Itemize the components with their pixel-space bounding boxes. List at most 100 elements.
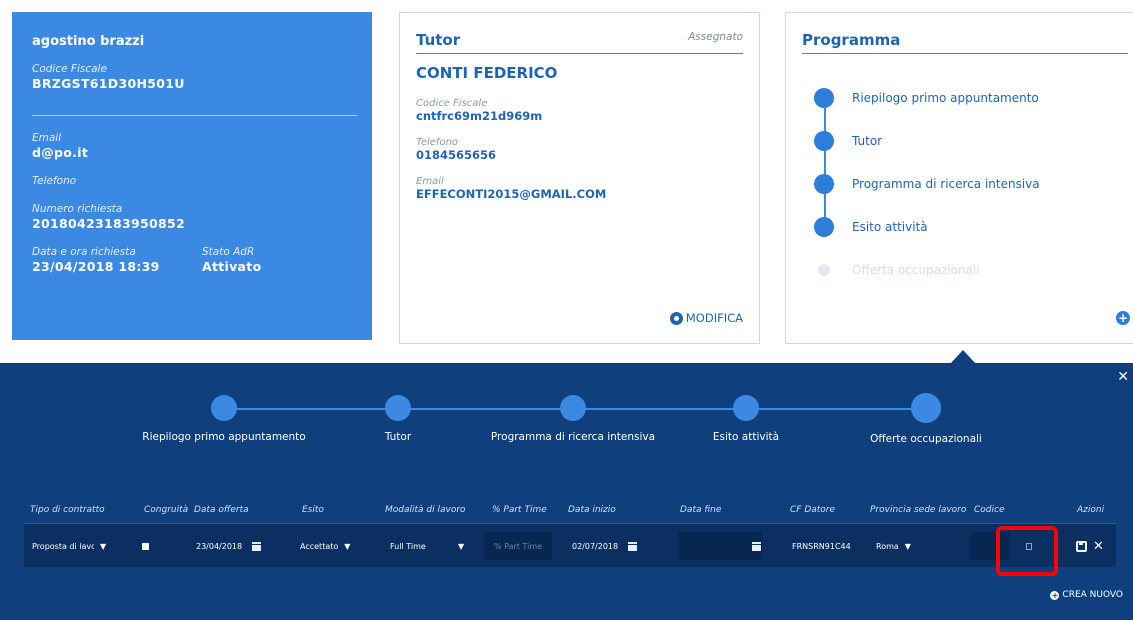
edit-tutor-button[interactable]: MODIFICA: [669, 311, 743, 325]
programma-item-label: Offerta occupazionali: [852, 262, 980, 277]
step-item[interactable]: Tutor: [298, 393, 498, 443]
table-row: Proposta di lavoro ▼ 23/04/2018 Accettat…: [24, 523, 1116, 567]
step-dot-icon: [733, 395, 759, 421]
tutor-cf-label: Codice Fiscale: [416, 98, 488, 109]
cf-value: BRZGST61D30H501U: [32, 76, 185, 91]
tipo-contratto-select[interactable]: Proposta di lavoro ▼: [32, 524, 106, 568]
esito-value: Accettato: [300, 541, 339, 551]
plus-icon: +: [1050, 590, 1060, 600]
save-icon[interactable]: [1076, 540, 1087, 552]
col-data-fine: Data fine: [680, 505, 722, 515]
tutor-name: CONTI FEDERICO: [416, 64, 558, 82]
step-item[interactable]: Offerte occupazionali: [826, 393, 1026, 445]
panel-pointer: [950, 350, 976, 364]
state-label: Stato AdR: [202, 246, 255, 258]
programma-item-label: Programma di ricerca intensiva: [852, 176, 1040, 191]
step-dot-icon: [814, 216, 834, 237]
programma-list: Riepilogo primo appuntamento Tutor Progr…: [802, 76, 1128, 291]
col-part-time: % Part Time: [492, 505, 547, 515]
col-data-offerta: Data offerta: [194, 505, 249, 515]
data-fine-calendar[interactable]: [752, 524, 761, 568]
tutor-email-label: Email: [416, 176, 444, 187]
programma-item-label: Esito attività: [852, 219, 928, 234]
step-dot-icon: [560, 395, 586, 421]
step-item[interactable]: Esito attività: [646, 393, 846, 443]
data-inizio-field[interactable]: 02/07/2018: [572, 524, 638, 568]
divider: [32, 115, 357, 116]
tutor-phone-value: 0184565656: [416, 148, 497, 162]
part-time-placeholder: % Part Time: [494, 524, 542, 568]
data-fine-input[interactable]: [678, 532, 762, 560]
data-offerta-field[interactable]: 23/04/2018: [196, 524, 262, 568]
request-number-value: 20180423183950852: [32, 216, 185, 231]
programma-item-label: Tutor: [852, 133, 883, 148]
step-dot-icon: [211, 395, 237, 421]
step-dot-icon: [814, 87, 834, 108]
crea-nuovo-button[interactable]: + CREA NUOVO: [1050, 590, 1123, 600]
step-dot-icon: [814, 130, 834, 151]
email-label: Email: [32, 132, 62, 144]
cf-label: Codice Fiscale: [32, 63, 107, 75]
programma-item[interactable]: Tutor: [802, 119, 1128, 162]
col-provincia: Provincia sede lavoro: [870, 505, 967, 515]
data-inizio-value: 02/07/2018: [572, 541, 619, 551]
page: agostino brazzi Codice Fiscale BRZGST61D…: [0, 0, 1133, 620]
col-azioni: Azioni: [1077, 505, 1105, 515]
tipo-contratto-value: Proposta di lavoro: [32, 541, 94, 551]
cf-datore-value: FRNSRN91C44: [792, 541, 851, 551]
programma-item[interactable]: Programma di ricerca intensiva: [802, 162, 1128, 205]
esito-select[interactable]: Accettato ▼: [300, 524, 350, 568]
calendar-icon[interactable]: [752, 541, 761, 551]
request-date-value: 23/04/2018 18:39: [32, 259, 160, 274]
stepper: Riepilogo primo appuntamento Tutor Progr…: [0, 393, 1133, 463]
close-icon[interactable]: ✕: [1117, 369, 1129, 385]
tutor-phone-label: Telefono: [416, 137, 459, 148]
delete-icon[interactable]: ✕: [1093, 539, 1104, 554]
checkbox-icon: [142, 542, 149, 550]
programma-item[interactable]: Esito attività: [802, 205, 1128, 248]
azioni: ✕: [1076, 524, 1104, 568]
congruita-checkbox[interactable]: [142, 524, 149, 568]
email-value: d@po.it: [32, 145, 89, 160]
programma-item-label: Riepilogo primo appuntamento: [852, 90, 1039, 105]
user-name: agostino brazzi: [32, 34, 145, 49]
step-item[interactable]: Programma di ricerca intensiva: [473, 393, 673, 443]
step-label: Programma di ricerca intensiva: [490, 431, 656, 443]
gear-icon: [669, 311, 683, 325]
programma-card: Programma Riepilogo primo appuntamento T…: [785, 12, 1133, 344]
programma-title: Programma: [802, 31, 901, 49]
cf-datore-field[interactable]: FRNSRN91C44: [792, 524, 851, 568]
calendar-icon[interactable]: [628, 541, 638, 551]
programma-item[interactable]: Riepilogo primo appuntamento: [802, 76, 1128, 119]
provincia-select[interactable]: Roma ▼: [876, 524, 911, 568]
request-date-label: Data e ora richiesta: [32, 246, 136, 258]
provincia-value: Roma: [876, 541, 899, 551]
col-modalita: Modalità di lavoro: [385, 505, 466, 515]
col-cf-datore: CF Datore: [790, 505, 836, 515]
offerte-panel: ✕ Riepilogo primo appuntamento Tutor Pro…: [0, 363, 1133, 620]
step-dot-icon: [818, 263, 830, 276]
col-congruita: Congruità: [144, 505, 189, 515]
step-label: Esito attività: [712, 431, 780, 443]
modalita-value: Full Time: [390, 541, 426, 551]
user-card: agostino brazzi Codice Fiscale BRZGST61D…: [12, 12, 372, 340]
request-number-label: Numero richiesta: [32, 203, 123, 215]
dropdown-arrow-icon: ▼: [904, 541, 911, 551]
col-data-inizio: Data inizio: [568, 505, 616, 515]
step-label: Offerte occupazionali: [870, 433, 982, 445]
tutor-cf-value: cntfrc69m21d969m: [416, 109, 543, 123]
tutor-email-value: EFFECONTI2015@GMAIL.COM: [416, 187, 607, 201]
step-item[interactable]: Riepilogo primo appuntamento: [124, 393, 324, 443]
step-dot-icon: [385, 395, 411, 421]
tutor-card: Tutor Assegnato CONTI FEDERICO Codice Fi…: [399, 12, 760, 344]
part-time-placeholder-text: % Part Time: [494, 541, 543, 551]
dropdown-arrow-icon: ▼: [100, 541, 107, 551]
edit-label: MODIFICA: [685, 311, 743, 325]
step-dot-icon: [911, 393, 941, 423]
add-icon[interactable]: +: [1116, 311, 1130, 325]
calendar-icon[interactable]: [252, 541, 262, 551]
programma-item: Offerta occupazionali: [802, 248, 1128, 291]
modalita-select[interactable]: Full Time ▼: [390, 524, 464, 568]
col-esito: Esito: [302, 505, 324, 515]
table-header: Tipo di contratto Congruità Data offerta…: [30, 505, 1120, 523]
